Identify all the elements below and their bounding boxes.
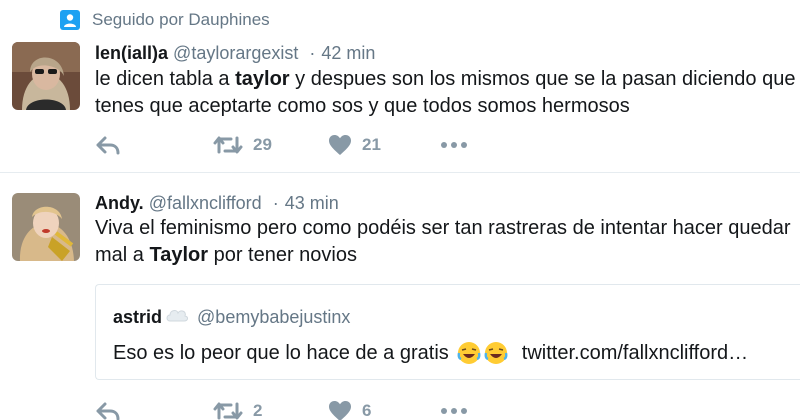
more-button[interactable] — [440, 134, 468, 156]
like-count: 21 — [362, 135, 381, 154]
heart-icon — [329, 135, 351, 155]
tweet-text-line-2: mal a Taylor por tener novios — [95, 242, 791, 269]
quoted-tweet-header: astrid @bemybabejustinx — [113, 307, 350, 328]
more-icon — [441, 408, 467, 414]
reply-button[interactable] — [95, 400, 121, 420]
person-icon — [60, 10, 80, 30]
retweet-count: 2 — [253, 401, 263, 420]
social-context-text: Seguido por Dauphines — [92, 10, 270, 29]
quoted-link[interactable]: twitter.com/fallxnclifford… — [522, 342, 748, 365]
heart-icon — [329, 401, 351, 420]
highlighted-keyword: taylor — [235, 68, 290, 90]
quoted-author-name: astrid — [113, 307, 163, 327]
more-icon — [441, 142, 467, 148]
tweet-text: le dicen tabla a taylor y despues son lo… — [95, 66, 795, 120]
highlighted-keyword: Taylor — [149, 244, 209, 266]
tweet-text-line-1: Viva el feminismo pero como podéis ser t… — [95, 217, 791, 239]
retweet-count: 29 — [253, 135, 272, 154]
like-count: 6 — [362, 401, 372, 420]
tweet-text: Viva el feminismo pero como podéis ser t… — [95, 215, 791, 269]
retweet-icon — [213, 402, 243, 420]
separator-dot: · — [272, 193, 279, 213]
quoted-text: Eso es lo peor que lo hace de a gratis — [113, 341, 449, 364]
reply-button[interactable] — [95, 134, 121, 156]
cloud-icon — [166, 309, 189, 321]
avatar[interactable] — [12, 42, 80, 110]
text-segment: por tener novios — [208, 244, 357, 266]
author-name[interactable]: len(iall)a — [95, 43, 168, 63]
avatar-image — [12, 193, 80, 261]
avatar[interactable] — [12, 193, 80, 261]
reply-icon — [96, 402, 120, 420]
text-segment: le dicen tabla a — [95, 68, 236, 90]
more-button[interactable] — [440, 400, 468, 420]
tweet-actions: 29 21 — [95, 134, 495, 158]
like-button[interactable]: 21 — [328, 134, 381, 156]
laughing-emoji-icon — [457, 342, 481, 364]
author-handle[interactable]: @taylorargexist — [173, 43, 298, 63]
author-handle[interactable]: @fallxnclifford — [149, 193, 262, 213]
tweet-time[interactable]: 42 min — [321, 43, 375, 63]
laughing-emoji-icon — [484, 342, 508, 364]
social-context[interactable]: Seguido por Dauphines — [60, 10, 270, 30]
quoted-author-handle: @bemybabejustinx — [197, 307, 351, 327]
tweet-text-line-1: le dicen tabla a taylor y despues son lo… — [95, 66, 795, 93]
tweet-time[interactable]: 43 min — [285, 193, 339, 213]
like-button[interactable]: 6 — [328, 400, 371, 420]
retweet-button[interactable]: 29 — [213, 134, 272, 156]
tweet-header: Andy. @fallxnclifford · 43 min — [95, 193, 339, 214]
quoted-tweet-text: Eso es lo peor que lo hace de a gratis t… — [113, 341, 748, 365]
author-name[interactable]: Andy. — [95, 193, 144, 213]
text-segment: mal a — [95, 244, 150, 266]
reply-icon — [96, 136, 120, 155]
avatar-image — [12, 42, 80, 110]
retweet-icon — [213, 136, 243, 154]
text-segment: y despues son los mismos que se la pasan… — [289, 68, 796, 90]
tweet-header: len(iall)a @taylorargexist · 42 min — [95, 43, 375, 64]
quoted-tweet[interactable]: astrid @bemybabejustinx Eso es lo peor q… — [95, 284, 800, 380]
tweet-actions: 2 6 — [95, 400, 495, 420]
separator-dot: · — [309, 43, 316, 63]
tweet-text-line-2: tenes que aceptarte como sos y que todos… — [95, 95, 630, 117]
tweet-divider — [0, 172, 800, 173]
retweet-button[interactable]: 2 — [213, 400, 262, 420]
